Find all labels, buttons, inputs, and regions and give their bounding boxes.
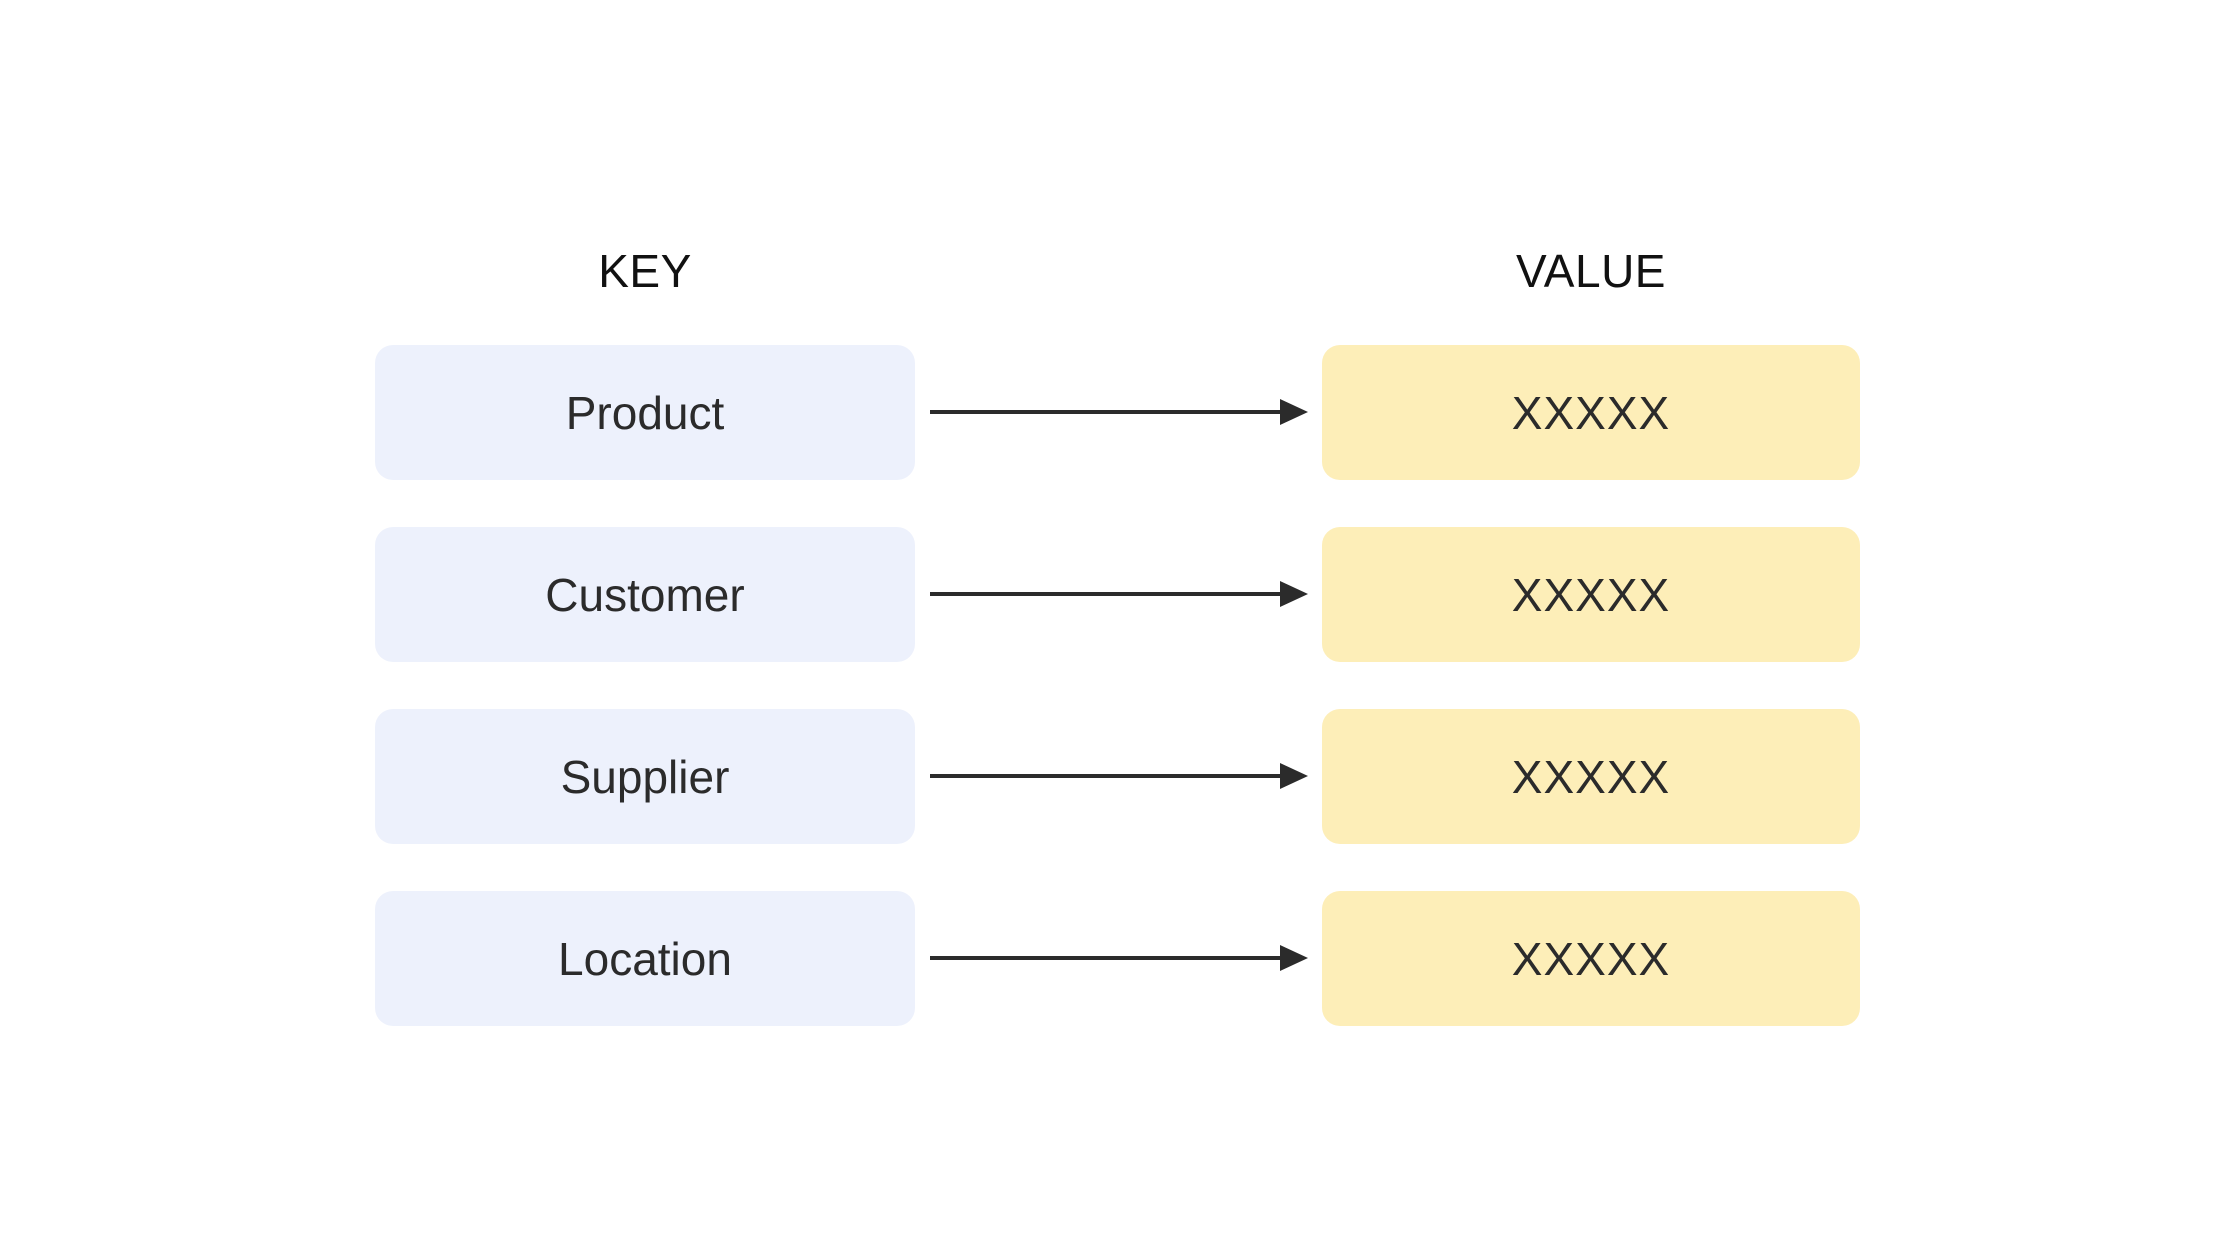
column-header-value: VALUE — [1516, 245, 1666, 297]
value-label: XXXXX — [1511, 750, 1671, 803]
value-label: XXXXX — [1511, 568, 1671, 621]
arrow-right-icon — [930, 399, 1308, 425]
column-header-key: KEY — [598, 245, 692, 297]
key-label: Customer — [545, 568, 745, 621]
value-label: XXXXX — [1511, 932, 1671, 985]
key-box[interactable]: Location — [375, 891, 915, 1026]
key-box[interactable]: Customer — [375, 527, 915, 662]
value-box[interactable]: XXXXX — [1322, 709, 1860, 844]
arrow-right-icon — [930, 581, 1308, 607]
value-box[interactable]: XXXXX — [1322, 345, 1860, 480]
mapping-row: Product XXXXX — [0, 345, 2240, 480]
value-label: XXXXX — [1511, 386, 1671, 439]
mapping-row: Location XXXXX — [0, 891, 2240, 1026]
diagram-canvas: KEY VALUE Product XXXXX Customer XXXXX S… — [0, 0, 2240, 1260]
mapping-row: Supplier XXXXX — [0, 709, 2240, 844]
key-label: Location — [558, 932, 732, 985]
arrow-right-icon — [930, 945, 1308, 971]
key-label: Supplier — [560, 750, 730, 803]
mapping-row: Customer XXXXX — [0, 527, 2240, 662]
key-label: Product — [565, 386, 725, 439]
value-box[interactable]: XXXXX — [1322, 891, 1860, 1026]
key-box[interactable]: Supplier — [375, 709, 915, 844]
arrow-right-icon — [930, 763, 1308, 789]
value-box[interactable]: XXXXX — [1322, 527, 1860, 662]
key-box[interactable]: Product — [375, 345, 915, 480]
